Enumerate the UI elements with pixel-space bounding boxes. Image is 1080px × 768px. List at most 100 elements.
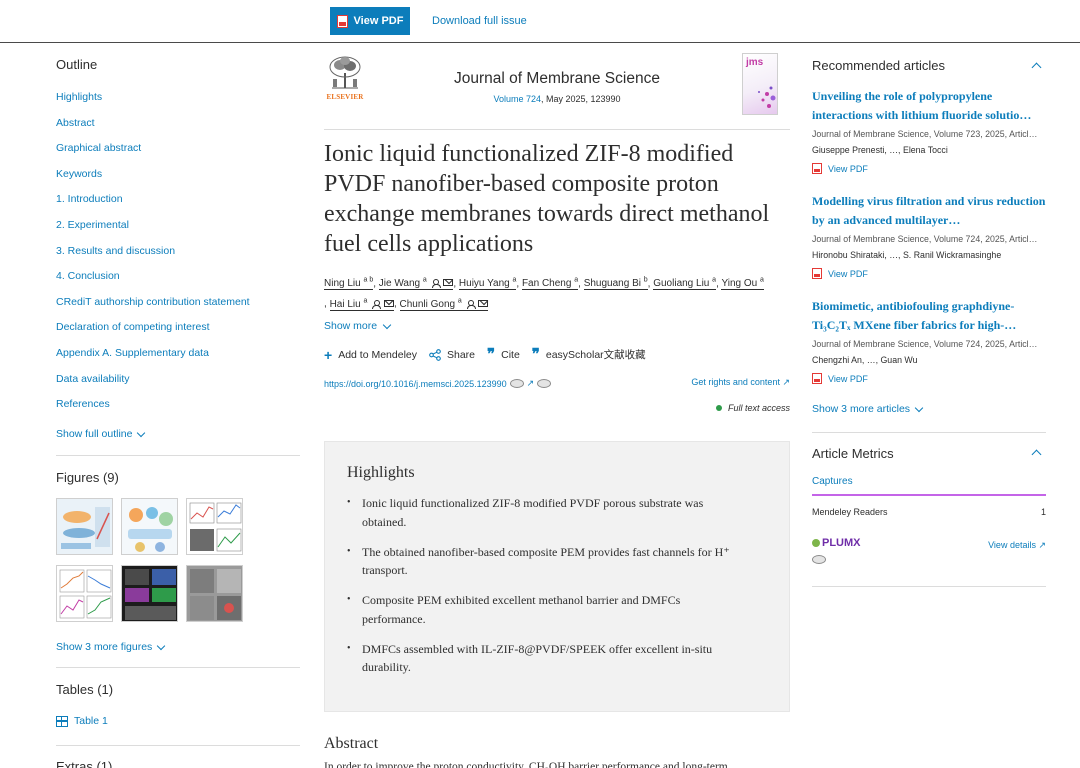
recommended-article-title[interactable]: Modelling virus filtration and virus red… — [812, 192, 1046, 229]
author-link[interactable]: Chunli Gong a — [399, 297, 489, 311]
recommended-article-meta: Journal of Membrane Science, Volume 724,… — [812, 234, 1038, 244]
get-rights-link[interactable]: Get rights and content ↗ — [691, 377, 790, 388]
outline-item[interactable]: Abstract — [56, 115, 250, 141]
doi-row: https://doi.org/10.1016/j.memsci.2025.12… — [324, 378, 552, 389]
figure-thumbnail-image — [122, 499, 177, 554]
extension-icon[interactable] — [812, 555, 826, 564]
outline-item[interactable]: 3. Results and discussion — [56, 243, 250, 269]
view-details-link[interactable]: View details ↗ — [988, 540, 1046, 551]
quote-icon: ❞ — [531, 346, 540, 363]
cite-button[interactable]: ❞ Cite — [487, 347, 520, 362]
journal-volume: Volume 724, May 2025, 123990 — [324, 94, 790, 104]
author-link[interactable]: Ying Ou a — [721, 277, 764, 291]
share-button[interactable]: Share — [429, 347, 475, 362]
table-1-link[interactable]: Table 1 — [56, 715, 108, 727]
outline-item[interactable]: 2. Experimental — [56, 217, 250, 243]
divider — [56, 745, 300, 746]
pdf-icon — [812, 268, 822, 279]
recommended-article-meta: Journal of Membrane Science, Volume 723,… — [812, 129, 1038, 139]
recommended-article-meta: Journal of Membrane Science, Volume 724,… — [812, 339, 1038, 349]
show-more-button[interactable]: Show more — [324, 320, 392, 332]
show-more-articles-label: Show 3 more articles — [812, 403, 911, 415]
add-to-mendeley-button[interactable]: + Add to Mendeley — [324, 347, 417, 362]
right-sidebar: Recommended articles Unveiling the role … — [812, 43, 1046, 768]
highlights-section: Highlights Ionic liquid functionalized Z… — [324, 441, 790, 712]
show-full-outline-button[interactable]: Show full outline — [56, 428, 146, 440]
extension-icon[interactable] — [509, 379, 524, 388]
outline-item[interactable]: References — [56, 396, 250, 422]
plumx-wordmark: PLUMX — [822, 537, 861, 549]
figure-thumbnail[interactable] — [56, 565, 113, 622]
chevron-down-icon — [157, 641, 166, 650]
chevron-down-icon — [137, 428, 146, 437]
view-pdf-link[interactable]: View PDF — [812, 163, 1046, 174]
outline-item[interactable]: Declaration of competing interest — [56, 319, 250, 345]
journal-name-link[interactable]: Journal of Membrane Science — [324, 70, 790, 88]
journal-cover-image[interactable]: jms — [742, 53, 778, 115]
full-text-access-label: Full text access — [727, 403, 790, 413]
view-pdf-button[interactable]: View PDF — [330, 7, 410, 35]
abstract-title: Abstract — [324, 735, 379, 752]
abstract-text: In order to improve the proton conductiv… — [324, 761, 728, 768]
outline-item[interactable]: Data availability — [56, 371, 250, 397]
outline-item[interactable]: Appendix A. Supplementary data — [56, 345, 250, 371]
access-status-icon — [715, 405, 722, 411]
author-link[interactable]: Jie Wang a — [378, 277, 454, 291]
figure-thumbnail[interactable] — [56, 498, 113, 555]
outline-item[interactable]: Highlights — [56, 89, 250, 115]
doi-link[interactable]: https://doi.org/10.1016/j.memsci.2025.12… — [324, 379, 507, 389]
mendeley-readers-row: Mendeley Readers 1 — [812, 507, 1046, 517]
outline-item[interactable]: 1. Introduction — [56, 191, 250, 217]
external-link-icon: ↗ — [526, 378, 535, 388]
author-link[interactable]: Guoliang Liu a — [653, 277, 717, 291]
view-pdf-label: View PDF — [828, 268, 868, 279]
easyscholar-button[interactable]: ❞ easyScholar文献收藏 — [532, 347, 646, 362]
collapse-recommended-button[interactable] — [1029, 59, 1043, 73]
article-title: Ionic liquid functionalized ZIF-8 modifi… — [324, 141, 770, 257]
highlight-item: The obtained nanofiber-based composite P… — [347, 543, 737, 592]
figure-thumbnail[interactable] — [186, 498, 243, 555]
person-icon — [431, 279, 441, 289]
extension-icon[interactable] — [537, 379, 552, 388]
download-full-issue-link[interactable]: Download full issue — [432, 15, 527, 27]
pdf-icon — [336, 14, 348, 28]
recommended-articles-title: Recommended articles — [812, 58, 945, 73]
show-more-figures-label: Show 3 more figures — [56, 641, 153, 653]
author-link[interactable]: Ning Liu a b — [324, 277, 374, 291]
add-to-mendeley-label: Add to Mendeley — [338, 348, 417, 361]
volume-link[interactable]: Volume 724 — [493, 94, 541, 104]
captures-bar — [812, 494, 1046, 496]
author-link[interactable]: Fan Cheng a — [521, 277, 579, 291]
figure-thumbnail-image — [187, 499, 242, 554]
author-link[interactable]: Huiyu Yang a — [458, 277, 517, 291]
author-link[interactable]: Shuguang Bi b — [583, 277, 648, 291]
view-pdf-link[interactable]: View PDF — [812, 268, 1046, 279]
author-link[interactable]: Hai Liu a — [329, 297, 394, 311]
show-more-articles-button[interactable]: Show 3 more articles — [812, 403, 924, 415]
highlight-item: Composite PEM exhibited excellent methan… — [347, 591, 737, 640]
table-icon — [56, 715, 68, 727]
figure-thumbnail[interactable] — [186, 565, 243, 622]
figure-thumbnail[interactable] — [121, 498, 178, 555]
outline-item[interactable]: Keywords — [56, 166, 250, 192]
recommended-article-title[interactable]: Unveiling the role of polypropylene inte… — [812, 87, 1046, 124]
view-pdf-label: View PDF — [828, 373, 868, 384]
figure-thumbnail-image — [187, 566, 242, 621]
quote-icon: ❞ — [487, 346, 496, 363]
recommended-article-title[interactable]: Biomimetic, antibiofouling graphdiyne-Ti… — [812, 297, 1046, 334]
outline-item[interactable]: CRediT authorship contribution statement — [56, 294, 250, 320]
top-toolbar: View PDF Download full issue — [0, 0, 1080, 43]
outline-item[interactable]: Graphical abstract — [56, 140, 250, 166]
show-more-figures-button[interactable]: Show 3 more figures — [56, 641, 166, 653]
chevron-down-icon — [914, 403, 924, 412]
outline-item[interactable]: 4. Conclusion — [56, 268, 250, 294]
divider — [324, 129, 790, 130]
recommended-article: Modelling virus filtration and virus red… — [812, 192, 1046, 279]
plumx-logo[interactable]: PLUMX — [812, 537, 861, 549]
chevron-up-icon — [1031, 449, 1041, 460]
table-1-label: Table 1 — [74, 715, 108, 727]
collapse-metrics-button[interactable] — [1029, 446, 1043, 460]
view-pdf-link[interactable]: View PDF — [812, 373, 1046, 384]
figure-thumbnail-image — [57, 499, 112, 554]
figure-thumbnail[interactable] — [121, 565, 178, 622]
